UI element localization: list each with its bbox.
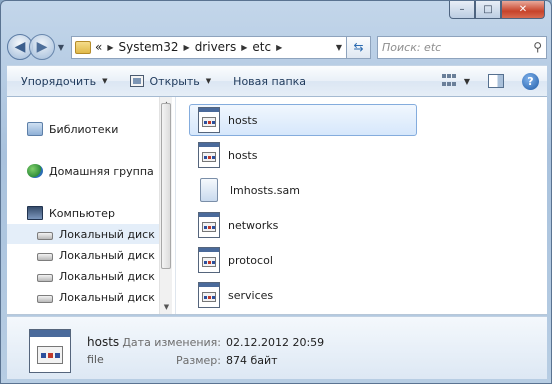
file-name: lmhosts.sam xyxy=(230,183,300,197)
content-area: Библиотеки Домашняя группа Компьютер Лок… xyxy=(7,97,547,315)
homegroup-icon xyxy=(27,164,43,178)
breadcrumb: « ▶ System32 ▶ drivers ▶ etc ▶ xyxy=(95,40,287,54)
maximize-button[interactable]: □ xyxy=(475,1,501,19)
views-dropdown[interactable]: ▼ xyxy=(464,77,470,86)
nav-item-local-disk[interactable]: Локальный диск xyxy=(7,245,159,265)
open-label: Открыть xyxy=(149,74,200,88)
system-file-icon xyxy=(198,247,220,273)
pane-splitter[interactable] xyxy=(172,97,176,314)
details-pane: hosts file Дата изменения: 02.12.2012 20… xyxy=(7,316,547,379)
system-file-icon xyxy=(198,142,220,168)
nav-item-libraries[interactable]: Библиотеки xyxy=(7,119,159,139)
modified-value: 02.12.2012 20:59 xyxy=(226,336,325,349)
nav-item-local-disk[interactable]: Локальный диск xyxy=(7,287,159,307)
chevron-down-icon: ▼ xyxy=(205,77,212,85)
new-folder-button[interactable]: Новая папка xyxy=(233,75,306,88)
nav-item-label: Библиотеки xyxy=(49,122,119,136)
system-file-icon xyxy=(198,107,220,133)
forward-button[interactable]: ▶ xyxy=(29,34,55,60)
caption-buttons: – □ ✕ xyxy=(449,1,545,19)
file-name: protocol xyxy=(228,253,273,267)
nav-item-label: Локальный диск xyxy=(59,227,155,241)
refresh-icon: ⇆ xyxy=(353,40,364,54)
address-history-dropdown[interactable]: ▼ xyxy=(332,43,346,52)
modified-label: Дата изменения: xyxy=(122,336,221,349)
size-label: Размер: xyxy=(176,354,221,367)
nav-item-label: Локальный диск xyxy=(59,290,155,304)
organize-label: Упорядочить xyxy=(21,74,97,88)
recent-pages-dropdown[interactable]: ▼ xyxy=(55,43,67,52)
change-view-icon[interactable] xyxy=(441,74,458,88)
open-button[interactable]: Открыть ▼ xyxy=(129,74,212,88)
breadcrumb-drivers[interactable]: drivers xyxy=(195,40,237,54)
open-icon xyxy=(129,75,144,87)
new-folder-label: Новая папка xyxy=(233,74,307,88)
chevron-right-icon[interactable]: ▶ xyxy=(276,43,282,52)
nav-item-label: Компьютер xyxy=(49,206,115,220)
system-file-icon xyxy=(198,282,220,308)
minimize-button[interactable]: – xyxy=(449,1,475,19)
search-icon[interactable]: ⚲ xyxy=(533,40,542,54)
nav-item-local-disk[interactable]: Локальный диск xyxy=(7,224,159,244)
system-file-icon xyxy=(198,212,220,238)
command-bar-right: ▼ ? xyxy=(441,72,547,90)
size-value: 874 байт xyxy=(226,354,278,367)
file-item-lmhosts[interactable]: lmhosts.sam xyxy=(189,174,417,206)
computer-icon xyxy=(27,206,43,220)
refresh-button[interactable]: ⇆ xyxy=(347,35,371,59)
command-bar: Упорядочить ▼ Открыть ▼ Новая папка ▼ ? xyxy=(7,65,547,97)
file-list: hosts hosts lmhosts.sam networks protoco… xyxy=(185,97,545,314)
nav-item-computer[interactable]: Компьютер xyxy=(7,203,159,223)
address-bar[interactable]: « ▶ System32 ▶ drivers ▶ etc ▶ ▼ xyxy=(71,35,347,59)
scrollbar-thumb[interactable] xyxy=(161,103,171,269)
libraries-icon xyxy=(27,122,43,136)
file-name: hosts xyxy=(228,113,258,127)
file-item-hosts[interactable]: hosts xyxy=(189,139,417,171)
forward-arrow-icon: ▶ xyxy=(36,39,48,55)
back-arrow-icon: ◀ xyxy=(14,39,26,55)
chevron-down-icon: ▼ xyxy=(102,77,108,85)
nav-item-label: Локальный диск xyxy=(59,269,155,283)
file-name: networks xyxy=(228,218,279,232)
local-disk-icon xyxy=(37,232,53,240)
file-item-hosts[interactable]: hosts xyxy=(189,104,417,136)
nav-item-local-disk[interactable]: Локальный диск xyxy=(7,266,159,286)
organize-button[interactable]: Упорядочить ▼ xyxy=(21,75,108,88)
preview-pane-icon[interactable] xyxy=(488,74,504,88)
breadcrumb-system32[interactable]: System32 xyxy=(119,40,179,54)
nav-item-homegroup[interactable]: Домашняя группа xyxy=(7,161,159,181)
chevron-right-icon[interactable]: ▶ xyxy=(241,43,247,52)
file-item-services[interactable]: services xyxy=(189,279,417,311)
file-item-protocol[interactable]: protocol xyxy=(189,244,417,276)
explorer-window: – □ ✕ ◀ ▶ ▼ « ▶ System32 ▶ drivers ▶ etc… xyxy=(0,0,552,384)
chevron-right-icon[interactable]: ▶ xyxy=(184,43,190,52)
search-input[interactable] xyxy=(382,40,534,54)
details-file-type: file xyxy=(87,353,104,366)
chevron-right-icon[interactable]: ▶ xyxy=(107,43,113,52)
navigation-scrollbar[interactable]: ▲ ▼ xyxy=(159,97,172,314)
close-button[interactable]: ✕ xyxy=(501,1,545,19)
nav-item-label: Домашняя группа xyxy=(49,164,154,178)
nav-item-label: Локальный диск xyxy=(59,248,155,262)
help-icon[interactable]: ? xyxy=(522,72,539,90)
local-disk-icon xyxy=(37,253,53,261)
details-file-name: hosts xyxy=(87,335,120,349)
search-box: ⚲ xyxy=(377,35,547,59)
breadcrumb-overflow[interactable]: « xyxy=(95,40,102,54)
file-name: hosts xyxy=(228,148,258,162)
sam-file-icon xyxy=(200,178,218,202)
navigation-bar: ◀ ▶ ▼ « ▶ System32 ▶ drivers ▶ etc ▶ ▼ ⇆ xyxy=(7,31,547,63)
navigation-pane: Библиотеки Домашняя группа Компьютер Лок… xyxy=(7,97,159,314)
file-item-networks[interactable]: networks xyxy=(189,209,417,241)
file-name: services xyxy=(228,288,274,302)
folder-icon xyxy=(75,40,91,54)
local-disk-icon xyxy=(37,274,53,282)
breadcrumb-etc[interactable]: etc xyxy=(252,40,271,54)
local-disk-icon xyxy=(37,295,53,303)
system-file-icon xyxy=(29,329,71,373)
